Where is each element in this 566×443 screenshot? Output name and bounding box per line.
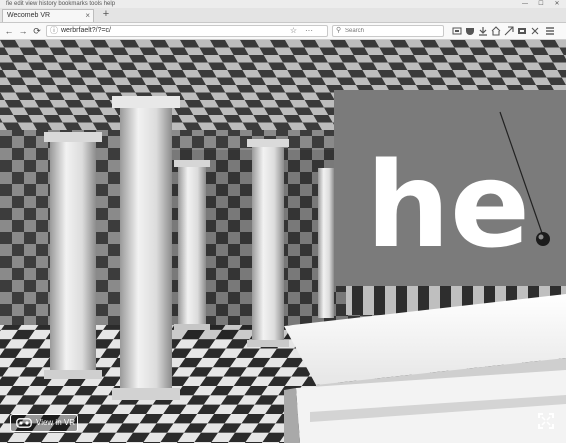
tab-close-icon[interactable]: × — [85, 10, 90, 22]
maximize-icon[interactable]: ☐ — [536, 0, 546, 8]
search-icon: ⚲ — [336, 27, 342, 34]
url-bar[interactable]: ⓘ werbrfaelt?/?=c/ ··· ☆ — [46, 25, 328, 37]
column — [247, 139, 289, 347]
tab-active[interactable]: Wecomeb VR × — [2, 9, 94, 22]
search-bar[interactable]: ⚲ — [332, 25, 444, 37]
scene-render: he — [0, 40, 566, 443]
send-icon[interactable] — [504, 26, 514, 36]
vr-button-label: View in VR — [36, 418, 75, 427]
reload-button[interactable]: ⟳ — [31, 25, 43, 37]
cursor-reticle — [536, 232, 550, 246]
sign-text: he — [366, 136, 530, 274]
menu-icon[interactable] — [545, 26, 555, 36]
tab-label: Wecomeb VR — [7, 12, 51, 19]
back-button[interactable]: ← — [3, 25, 15, 37]
bookmark-star-icon[interactable]: ☆ — [290, 26, 297, 36]
site-info-icon[interactable]: ⓘ — [50, 26, 58, 36]
minimize-icon[interactable]: — — [520, 0, 530, 8]
menu-bar-text[interactable]: fie edit view history bookmarks tools he… — [6, 0, 115, 8]
home-icon[interactable] — [491, 26, 501, 36]
window-controls: — ☐ ✕ — [520, 0, 562, 8]
title-bar: fie edit view history bookmarks tools he… — [0, 0, 566, 8]
vr-headset-icon — [16, 418, 32, 428]
search-input[interactable] — [345, 26, 441, 36]
download-icon[interactable] — [478, 26, 488, 36]
browser-window: fie edit view history bookmarks tools he… — [0, 0, 566, 443]
new-tab-button[interactable]: + — [100, 9, 112, 21]
webvr-canvas[interactable]: he View in VR — [0, 40, 566, 443]
page-actions-icon[interactable]: ··· — [305, 26, 313, 36]
column — [318, 168, 334, 318]
pocket-icon[interactable] — [465, 26, 475, 36]
view-in-vr-button[interactable]: View in VR — [10, 414, 78, 432]
nav-toolbar: ← → ⟳ ⓘ werbrfaelt?/?=c/ ··· ☆ ⚲ — [0, 23, 566, 40]
fullscreen-icon[interactable] — [538, 413, 554, 429]
forward-button[interactable]: → — [17, 25, 29, 37]
url-text[interactable]: werbrfaelt?/?=c/ — [61, 26, 111, 36]
close-window-icon[interactable]: ✕ — [552, 0, 562, 8]
screenshot-icon[interactable] — [517, 26, 527, 36]
library-icon[interactable] — [452, 26, 462, 36]
column — [174, 160, 210, 330]
column — [44, 132, 102, 379]
tab-strip: Wecomeb VR × + — [0, 8, 566, 23]
addon-icon[interactable] — [530, 26, 540, 36]
column — [112, 96, 180, 400]
